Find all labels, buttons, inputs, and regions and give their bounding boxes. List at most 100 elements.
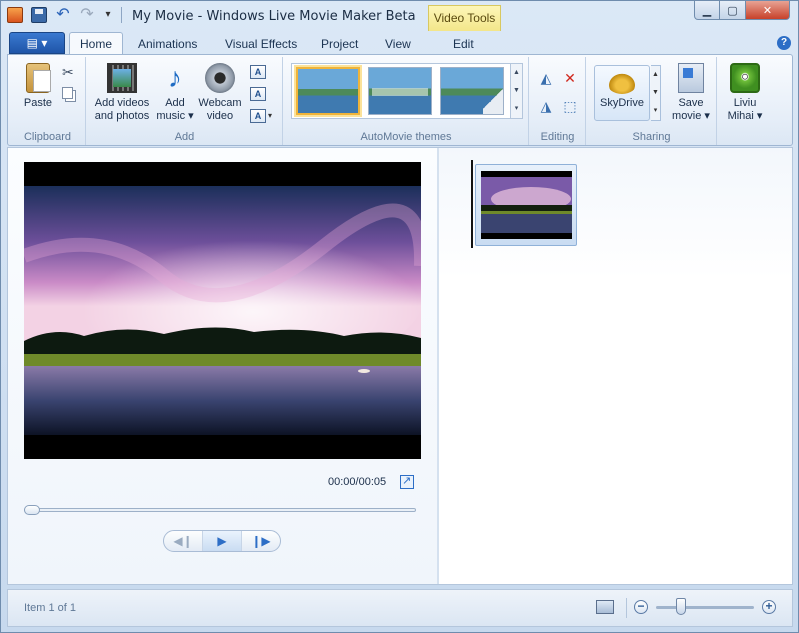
theme-thumbnail-2[interactable] <box>368 67 432 115</box>
tab-visual-effects[interactable]: Visual Effects <box>215 34 307 54</box>
close-button[interactable]: ✕ <box>746 1 790 20</box>
application-menu-button[interactable]: ▤ ▾ <box>9 32 65 54</box>
undo-icon[interactable]: ↶ <box>55 7 71 23</box>
seek-thumb[interactable] <box>24 505 40 515</box>
play-icon[interactable]: ▶ <box>203 531 242 551</box>
window-controls: ▁ ▢ ✕ <box>694 1 790 20</box>
clip-thumbnail[interactable] <box>475 164 577 246</box>
editing-group-label: Editing <box>540 131 575 143</box>
credits-dropdown-icon[interactable]: ▾ <box>268 111 272 120</box>
save-movie-button[interactable]: Save movie ▾ <box>669 63 713 123</box>
rotate-left-icon[interactable]: ◭ <box>538 71 554 85</box>
rotate-right-icon[interactable]: ◮ <box>538 99 554 113</box>
add-videos-label-line2: and photos <box>94 110 150 122</box>
theme-thumbnail-1[interactable] <box>296 67 360 115</box>
clipboard-group: Paste ✂ Clipboard <box>10 57 86 145</box>
clip-landscape-image <box>481 171 572 239</box>
add-music-button[interactable]: ♪ Add music ▾ <box>155 63 195 123</box>
zoom-in-icon[interactable]: + <box>762 600 776 614</box>
add-music-label-line2: music ▾ <box>156 110 194 122</box>
theme-gallery: ▲ ▼ ▾ <box>291 63 523 119</box>
preview-pane: 00:00/00:05 ◀❙ ▶ ❙▶ <box>8 148 437 584</box>
timecode: 00:00/00:05 <box>328 476 387 488</box>
film-photo-icon <box>107 63 137 93</box>
remove-icon[interactable]: ✕ <box>562 71 578 85</box>
skydrive-label: SkyDrive <box>599 97 644 109</box>
save-icon[interactable] <box>31 7 47 23</box>
minimize-button[interactable]: ▁ <box>694 1 720 20</box>
preview-monitor[interactable] <box>24 162 421 459</box>
add-music-label-line1: Add <box>165 97 185 109</box>
save-movie-label-line1: Save <box>678 97 704 109</box>
add-group: Add videos and photos ♪ Add music ▾ Webc… <box>87 57 283 145</box>
redo-icon[interactable]: ↷ <box>79 7 95 23</box>
fullscreen-preview-icon[interactable] <box>400 474 414 489</box>
gallery-more-icon[interactable]: ▾ <box>511 100 522 118</box>
ribbon-tabs: ▤ ▾ Home Animations Visual Effects Proje… <box>7 32 793 55</box>
tab-edit[interactable]: Edit <box>443 34 484 54</box>
item-count: Item 1 of 1 <box>24 602 76 614</box>
gallery-up-icon[interactable]: ▲ <box>511 64 522 82</box>
zoom-slider-thumb[interactable] <box>675 598 686 615</box>
tab-project[interactable]: Project <box>311 34 368 54</box>
seek-bar[interactable] <box>24 505 416 515</box>
landscape-image <box>24 186 421 435</box>
storyboard-pane[interactable] <box>439 148 792 584</box>
cut-icon[interactable]: ✂ <box>62 65 78 79</box>
caption-icon[interactable] <box>250 87 266 101</box>
paste-icon <box>26 63 51 93</box>
webcam-icon <box>205 63 235 93</box>
title-bar: ↶ ↷ ▾ My Movie - Windows Live Movie Make… <box>1 1 798 31</box>
clip-thumbnail-image <box>481 171 572 239</box>
preview-image <box>24 186 421 435</box>
paste-button[interactable]: Paste <box>16 63 60 110</box>
account-name-line2: Mihai ▾ <box>727 110 763 122</box>
next-frame-icon[interactable]: ❙▶ <box>242 531 280 551</box>
page-curl-icon <box>483 84 503 114</box>
automovie-themes-group: ▲ ▼ ▾ AutoMovie themes <box>284 57 529 145</box>
tab-animations[interactable]: Animations <box>128 34 207 54</box>
title-icon[interactable] <box>250 65 266 79</box>
movie-maker-app-icon[interactable] <box>7 7 23 23</box>
main-area: 00:00/00:05 ◀❙ ▶ ❙▶ <box>7 147 793 585</box>
automovie-group-label: AutoMovie themes <box>360 131 452 143</box>
tab-view[interactable]: View <box>375 34 421 54</box>
add-videos-and-photos-button[interactable]: Add videos and photos <box>89 63 155 123</box>
sharing-group-label: Sharing <box>632 131 671 143</box>
credits-icon[interactable] <box>250 109 266 123</box>
skydrive-button[interactable]: SkyDrive <box>594 65 650 121</box>
webcam-video-button[interactable]: Webcam video <box>195 63 245 123</box>
status-bar: Item 1 of 1 − + <box>7 589 793 627</box>
clipboard-group-label: Clipboard <box>23 131 72 143</box>
share-up-icon[interactable]: ▲ <box>651 66 660 84</box>
help-icon[interactable]: ? <box>777 36 791 50</box>
webcam-label-line1: Webcam <box>198 97 242 109</box>
zoom-out-icon[interactable]: − <box>634 600 648 614</box>
customize-toolbar-dropdown-icon[interactable]: ▾ <box>103 7 113 23</box>
select-all-icon[interactable]: ⬚ <box>562 99 578 113</box>
music-note-icon: ♪ <box>168 62 182 93</box>
previous-frame-icon[interactable]: ◀❙ <box>164 531 203 551</box>
copy-icon[interactable] <box>62 87 73 99</box>
maximize-button[interactable]: ▢ <box>720 1 746 20</box>
account-name-line1: Liviu <box>733 97 757 109</box>
share-more-icon[interactable]: ▾ <box>651 102 660 120</box>
account-button[interactable]: Liviu Mihai ▾ <box>720 63 770 123</box>
playhead-marker[interactable] <box>471 160 473 248</box>
tab-home[interactable]: Home <box>69 32 124 55</box>
theme-thumbnail-3[interactable] <box>440 67 504 115</box>
share-down-icon[interactable]: ▼ <box>651 84 660 102</box>
video-tools-contextual-label: Video Tools <box>428 5 501 31</box>
theme-gallery-scroll[interactable]: ▲ ▼ ▾ <box>510 64 522 118</box>
zoom-slider-track[interactable] <box>656 606 754 609</box>
gallery-down-icon[interactable]: ▼ <box>511 82 522 100</box>
share-gallery-scroll[interactable]: ▲ ▼ ▾ <box>651 65 661 121</box>
thumbnail-size-icon[interactable] <box>596 600 614 614</box>
save-movie-label-line2: movie ▾ <box>672 110 710 122</box>
quick-access-toolbar: ↶ ↷ ▾ <box>7 7 122 23</box>
skydrive-icon <box>607 72 637 94</box>
sharing-group: SkyDrive ▲ ▼ ▾ Save movie ▾ Sharing <box>587 57 717 145</box>
ribbon-home: Paste ✂ Clipboard Add videos and photos … <box>7 54 793 146</box>
save-movie-icon <box>678 63 704 93</box>
window-title: My Movie - Windows Live Movie Maker Beta <box>132 9 416 24</box>
